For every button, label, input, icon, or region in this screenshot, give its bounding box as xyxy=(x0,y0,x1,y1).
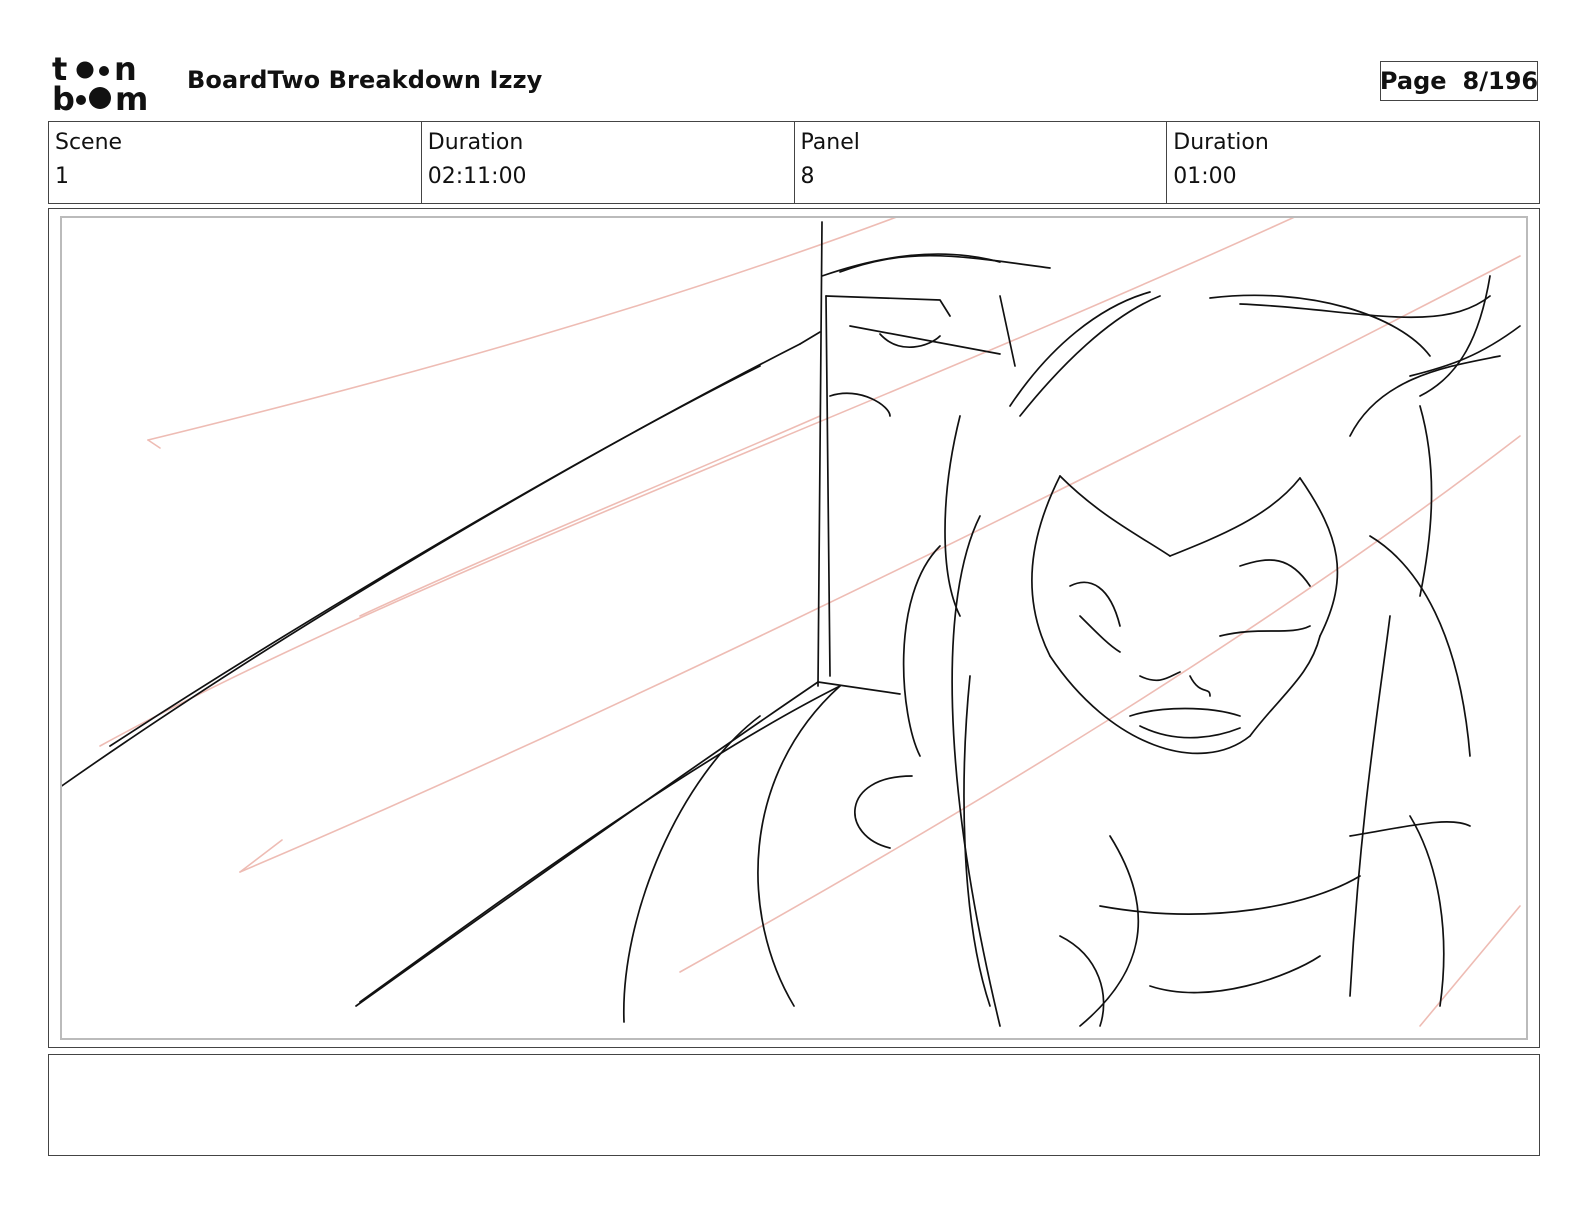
scene-duration-label: Duration xyxy=(427,130,524,155)
sketch-lines xyxy=(62,221,1521,1027)
panel-duration-cell: Duration 01:00 xyxy=(1167,122,1539,203)
toonboom-logo: t n b m xyxy=(52,52,148,114)
svg-text:m: m xyxy=(115,80,148,114)
project-title: BoardTwo Breakdown Izzy xyxy=(187,66,543,94)
scene-cell: Scene 1 xyxy=(49,122,422,203)
panel-duration-value: 01:00 xyxy=(1173,164,1237,189)
page-label: Page xyxy=(1379,67,1447,95)
svg-text:b: b xyxy=(52,80,75,114)
scene-label: Scene xyxy=(55,130,123,155)
panel-value: 8 xyxy=(800,164,815,189)
storyboard-sketch xyxy=(62,218,1521,1027)
panel-info-table: Scene 1 Duration 02:11:00 Panel 8 Durati… xyxy=(48,121,1540,204)
page-indicator: Page 8/196 xyxy=(1380,61,1538,101)
scene-value: 1 xyxy=(55,164,69,189)
panel-label: Panel xyxy=(800,130,860,155)
panel-notes-box xyxy=(48,1054,1540,1156)
panel-duration-label: Duration xyxy=(1173,130,1269,155)
scene-duration-cell: Duration 02:11:00 xyxy=(422,122,795,203)
scene-duration-value: 02:11:00 xyxy=(427,164,527,189)
storyboard-panel-image xyxy=(60,216,1528,1040)
panel-cell: Panel 8 xyxy=(795,122,1168,203)
page-number: 8/196 xyxy=(1462,67,1539,95)
